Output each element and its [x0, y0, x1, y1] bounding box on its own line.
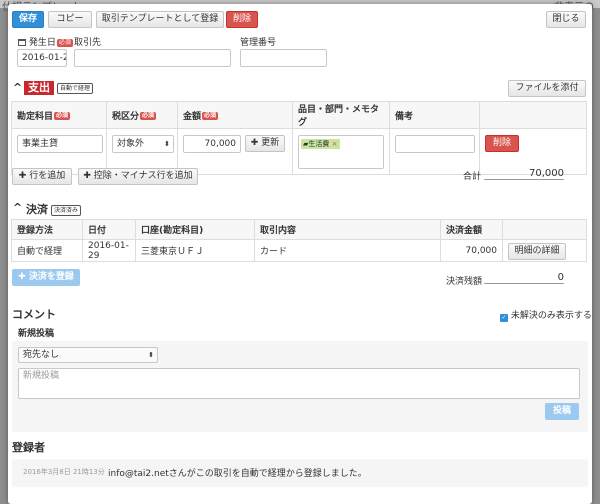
expense-table-header: 勘定科目 必須 税区分 必須 金額 必須 品目・部門・メモタグ 備考: [11, 101, 587, 129]
required-badge: 必須: [56, 38, 73, 47]
unresolved-filter[interactable]: ✓ 未解決のみ表示する: [500, 308, 592, 322]
register-settlement-button[interactable]: ✚ 決済を登録: [12, 269, 80, 286]
add-deduction-row-button[interactable]: ✚ 控除・マイナス行を追加: [78, 168, 198, 185]
remove-tag-icon[interactable]: ×: [332, 140, 338, 148]
amount-cell: 70,000: [440, 239, 503, 262]
column-header: [502, 219, 587, 240]
registrant-title: 登録者: [12, 441, 45, 454]
registered-timestamp: 2016年3月8日 21時13分: [23, 468, 105, 476]
column-header: [479, 101, 587, 129]
save-button[interactable]: 保存: [12, 11, 44, 28]
auto-accounting-badge: 自動で経理: [57, 82, 94, 94]
expense-tag: 支出: [24, 81, 54, 95]
comment-textarea[interactable]: 新規投稿: [18, 368, 580, 399]
tax-select[interactable]: 対象外 ⬍: [112, 135, 174, 153]
table-row: 自動で経理 2016-01-29 三菱東京ＵＦＪ カード 70,000 明細の詳…: [11, 239, 587, 262]
account-cell: 三菱東京ＵＦＪ: [135, 239, 255, 262]
column-header: 登録方法: [11, 219, 83, 240]
plus-icon: ✚: [250, 138, 259, 148]
column-header: 口座(勘定科目): [135, 219, 255, 240]
column-header: 勘定科目 必須: [11, 101, 107, 129]
collapse-chevron-icon[interactable]: ^: [13, 81, 22, 94]
select-arrow-icon: ⬍: [148, 351, 154, 359]
register-template-button[interactable]: 取引テンプレートとして登録: [96, 11, 224, 28]
partner-label: 取引先: [74, 38, 102, 48]
memo-input[interactable]: [395, 135, 475, 153]
update-button[interactable]: ✚ 更新: [245, 135, 285, 152]
column-header: 金額 必須: [177, 101, 293, 129]
total-value: 70,000: [484, 168, 564, 180]
detail-button[interactable]: 明細の詳細: [508, 242, 566, 260]
column-header: 決済金額: [440, 219, 503, 240]
tag-chip: ▰生活費 ×: [301, 139, 340, 149]
date-label: 発生日 必須: [18, 35, 73, 48]
date-cell: 2016-01-29: [82, 239, 136, 262]
attach-file-button[interactable]: ファイルを添付: [508, 80, 586, 97]
comment-box: 宛先なし ⬍ 新規投稿 投稿: [12, 341, 588, 432]
close-button[interactable]: 閉じる: [546, 11, 586, 28]
column-header: 日付: [82, 219, 136, 240]
remaining-label: 決済残額: [446, 277, 483, 287]
plus-icon: ✚: [18, 171, 27, 181]
copy-button[interactable]: コピー: [48, 11, 92, 28]
date-input[interactable]: 2016-01-29: [17, 49, 67, 67]
column-header: 取引内容: [254, 219, 441, 240]
expense-section-title: 支出 自動で経理: [24, 81, 94, 95]
registrant-message: info@tai2.netさんがこの取引を自動で経理から登録しました。: [108, 469, 367, 479]
registrant-box: 2016年3月8日 21時13分 info@tai2.netさんがこの取引を自動…: [12, 459, 588, 487]
plus-icon: ✚: [83, 171, 91, 181]
plus-icon: ✚: [18, 272, 26, 282]
settlement-table: 登録方法 日付 口座(勘定科目) 取引内容 決済金額 自動で経理 2016-01…: [11, 219, 587, 262]
mgmt-number-input[interactable]: [240, 49, 327, 67]
settlement-section-title: 決済 決済済み: [26, 201, 82, 217]
transaction-modal: 保存 コピー 取引テンプレートとして登録 削除 閉じる 発生日 必須 取引先 管理…: [8, 4, 592, 504]
column-header: 備考: [389, 101, 480, 129]
amount-input[interactable]: 70,000: [183, 135, 241, 153]
calendar-icon: [18, 39, 26, 46]
delete-button[interactable]: 削除: [226, 11, 258, 28]
account-input[interactable]: 事業主貸: [17, 135, 103, 153]
checkbox-checked-icon[interactable]: ✓: [500, 314, 508, 322]
total-label: 合計: [463, 172, 482, 182]
column-header: 税区分 必須: [106, 101, 178, 129]
recipient-select[interactable]: 宛先なし ⬍: [18, 347, 158, 363]
partner-input[interactable]: [74, 49, 231, 67]
collapse-chevron-icon[interactable]: ^: [13, 201, 22, 214]
select-arrow-icon: ⬍: [164, 140, 170, 148]
mgmt-number-label: 管理番号: [240, 38, 277, 48]
new-post-label: 新規投稿: [18, 329, 55, 339]
add-row-button[interactable]: ✚ 行を追加: [12, 168, 72, 185]
expense-table: 勘定科目 必須 税区分 必須 金額 必須 品目・部門・メモタグ 備考 事業主貸 対象外…: [11, 101, 587, 175]
content-cell: カード: [254, 239, 441, 262]
post-button[interactable]: 投稿: [545, 403, 579, 420]
comment-title: コメント: [12, 308, 56, 321]
remaining-value: 0: [484, 272, 564, 284]
row-delete-button[interactable]: 削除: [485, 135, 519, 152]
column-header: 品目・部門・メモタグ: [292, 101, 390, 129]
settled-badge: 決済済み: [51, 204, 82, 216]
settlement-table-header: 登録方法 日付 口座(勘定科目) 取引内容 決済金額: [11, 219, 587, 240]
method-cell: 自動で経理: [11, 239, 83, 262]
